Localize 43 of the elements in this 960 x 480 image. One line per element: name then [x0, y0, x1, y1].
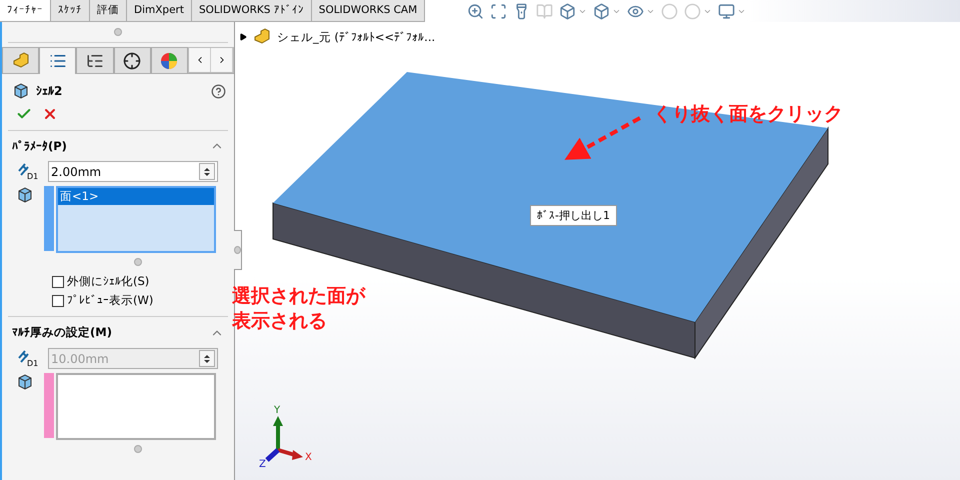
list-icon [48, 52, 67, 70]
annotation-text: 選択された面が表示される [232, 284, 367, 334]
splitter-handle[interactable] [234, 230, 242, 270]
zoom-area-icon[interactable] [490, 2, 508, 20]
ribbon-tab[interactable]: 評価 [90, 0, 127, 21]
tooltip: ﾎﾞｽ-押し出し1 [530, 205, 617, 226]
face-list[interactable]: 面<1> [56, 186, 216, 253]
shell-icon [12, 82, 30, 100]
panel-tab[interactable] [39, 47, 76, 74]
checkbox[interactable] [52, 276, 64, 288]
shaded-cube-icon[interactable] [593, 2, 610, 20]
ribbon-tab[interactable]: DimXpert [127, 0, 192, 21]
crosshair-icon [123, 52, 142, 70]
ribbon-tab[interactable]: ｽｹｯﾁ [51, 0, 90, 21]
part-icon [12, 52, 30, 70]
help-icon[interactable] [211, 84, 226, 98]
resize-handle[interactable] [134, 445, 142, 453]
zoom-icon[interactable] [467, 2, 484, 20]
part-icon [253, 28, 271, 46]
panel-title: ｼｪﾙ2 [36, 84, 64, 98]
face-icon [16, 186, 34, 204]
panel-tab[interactable] [76, 47, 114, 73]
section-title: ﾊﾟﾗﾒｰﾀ(P) [12, 139, 67, 153]
checkbox-label: ﾌﾟﾚﾋﾞｭｰ表示(W) [67, 293, 154, 308]
expand-arrow-icon[interactable] [239, 33, 247, 41]
grip-handle[interactable] [114, 28, 122, 36]
color-wheel-icon [160, 52, 178, 70]
tree-item[interactable]: シェル_元 (ﾃﾞﾌｫﾙﾄ<<ﾃﾞﾌｫﾙ... [277, 30, 436, 44]
section-title: ﾏﾙﾁ厚みの設定(M) [12, 325, 112, 340]
axes-drawing: X Y Z [259, 405, 312, 470]
thickness-field[interactable]: 2.00mm [48, 161, 218, 182]
monitor-icon[interactable] [718, 2, 736, 20]
checkbox[interactable] [52, 294, 64, 306]
cancel-icon[interactable] [42, 106, 58, 122]
face-icon [16, 373, 34, 391]
face-item[interactable]: 面<1> [58, 188, 214, 205]
resize-handle[interactable] [134, 258, 142, 266]
ribbon-tab[interactable]: SOLIDWORKS ｱﾄﾞｲﾝ [192, 0, 312, 21]
panel-tab[interactable] [114, 47, 151, 73]
ribbon-tab[interactable]: SOLIDWORKS CAM [312, 0, 426, 21]
face-list[interactable] [56, 373, 216, 440]
cube-icon[interactable] [559, 2, 576, 20]
checkbox-label: 外側にｼｪﾙ化(S) [67, 274, 150, 289]
